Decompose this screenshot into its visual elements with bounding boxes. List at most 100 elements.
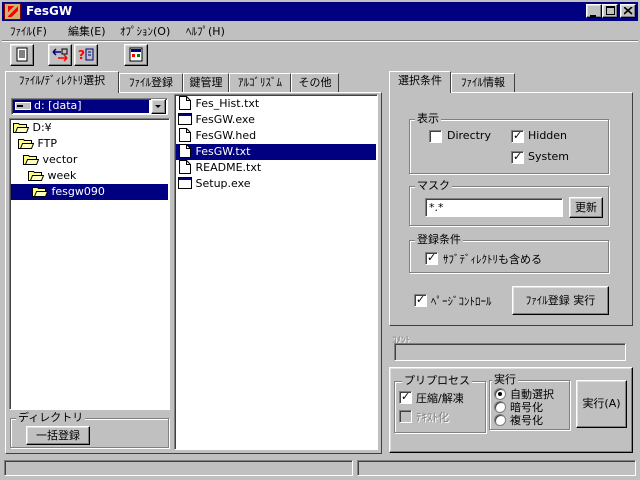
tab-other[interactable]: その他 — [291, 73, 339, 93]
chevron-down-icon — [155, 105, 161, 108]
toolbar-compare-button[interactable] — [48, 44, 72, 66]
maximize-button[interactable] — [602, 4, 618, 18]
decrypt-label: 複号化 — [510, 414, 543, 427]
comment-field[interactable] — [394, 343, 626, 361]
title-bar[interactable]: FesGW — [2, 2, 638, 21]
tree-item-label: fesgw090 — [51, 185, 105, 198]
drive-select[interactable]: d: [data] — [11, 98, 168, 115]
status-bar-left — [4, 460, 353, 476]
bulk-register-button[interactable]: 一括登録 — [26, 426, 90, 445]
decrypt-radio[interactable] — [494, 414, 506, 426]
textify-label: ﾃｷｽﾄ化 — [416, 411, 449, 424]
page-control-label: ﾍﾟｰｼﾞｺﾝﾄﾛｰﾙ — [431, 295, 492, 308]
auto-select-radio[interactable] — [494, 388, 506, 400]
tab-file-register[interactable]: ﾌｧｲﾙ登録 — [119, 73, 183, 93]
file-item[interactable]: Fes_Hist.txt — [178, 96, 259, 112]
drive-select-value: d: [data] — [34, 99, 82, 112]
open-folder-icon — [32, 187, 49, 197]
textify-checkbox[interactable] — [399, 410, 412, 423]
include-subdir-label: ｻﾌﾞﾃﾞｨﾚｸﾄﾘも含める — [443, 253, 542, 266]
menu-file[interactable]: ﾌｧｲﾙ(F) — [10, 23, 47, 39]
help-question-icon: ? — [78, 48, 94, 62]
close-icon — [622, 6, 633, 15]
svg-text:?: ? — [78, 48, 85, 62]
tab-file-dir-select[interactable]: ﾌｧｲﾙ/ﾃﾞｨﾚｸﾄﾘ選択 — [5, 71, 119, 93]
minimize-button[interactable] — [586, 4, 602, 18]
tree-item-label: D:¥ — [32, 121, 52, 134]
open-folder-icon — [18, 139, 35, 149]
file-name: FesGW.exe — [195, 113, 255, 126]
menu-edit[interactable]: 編集(E) — [68, 23, 106, 39]
tree-item[interactable]: vector — [23, 152, 77, 168]
directry-label: Directry — [447, 129, 491, 142]
display-group-label: 表示 — [415, 112, 441, 125]
directory-group-label: ディレクトリ — [16, 411, 86, 424]
drive-dropdown-button[interactable] — [151, 99, 166, 114]
file-name: Fes_Hist.txt — [195, 97, 260, 110]
file-name: Setup.exe — [195, 177, 251, 190]
menu-help[interactable]: ﾍﾙﾌﾟ(H) — [186, 23, 225, 39]
document-icon — [179, 160, 191, 174]
run-button[interactable]: 実行(A) — [576, 380, 627, 428]
file-item[interactable]: Setup.exe — [178, 176, 251, 192]
document-icon — [179, 96, 191, 110]
toolbar-separator — [2, 40, 638, 42]
window-settings-icon — [129, 47, 143, 62]
tab-algorithm[interactable]: ｱﾙｺﾞﾘｽﾞﾑ — [229, 73, 291, 93]
mask-group-label: マスク — [415, 179, 452, 192]
hidden-checkbox[interactable] — [511, 129, 524, 143]
tree-item-label: FTP — [37, 137, 58, 150]
menu-options[interactable]: ｵﾌﾟｼｮﾝ(O) — [120, 23, 170, 39]
file-name: FesGW.txt — [195, 145, 251, 158]
compress-label: 圧縮/解凍 — [416, 392, 464, 405]
hidden-label: Hidden — [528, 129, 568, 142]
file-name: FesGW.hed — [195, 129, 257, 142]
system-label: System — [528, 150, 570, 163]
toolbar-settings-button[interactable] — [124, 44, 148, 66]
close-button[interactable] — [620, 4, 636, 18]
window-title: FesGW — [26, 4, 73, 18]
tree-item[interactable]: D:¥ — [13, 120, 52, 136]
register-condition-label: 登録条件 — [415, 233, 463, 246]
encrypt-radio[interactable] — [494, 401, 506, 413]
preprocess-group — [394, 381, 486, 433]
toolbar-new-button[interactable] — [10, 44, 34, 66]
document-icon — [179, 128, 191, 142]
file-item[interactable]: FesGW.hed — [178, 128, 256, 144]
page-control-checkbox[interactable] — [414, 293, 427, 307]
open-folder-icon — [13, 123, 30, 133]
tab-selection-criteria[interactable]: 選択条件 — [389, 71, 451, 93]
minimize-icon — [590, 15, 596, 17]
file-item[interactable]: README.txt — [178, 160, 261, 176]
execute-group-label: 実行 — [492, 373, 518, 386]
app-icon[interactable] — [4, 3, 21, 20]
exe-icon — [178, 113, 192, 125]
mask-input[interactable]: *.* — [425, 198, 563, 217]
document-icon — [179, 144, 191, 158]
include-subdir-checkbox[interactable] — [425, 251, 438, 265]
directory-tree[interactable]: D:¥ FTP vector week fesgw090 — [9, 118, 170, 410]
tree-item[interactable]: week — [28, 168, 76, 184]
compress-checkbox[interactable] — [399, 390, 412, 404]
toolbar-help-button[interactable]: ? — [74, 44, 98, 66]
display-group — [409, 119, 609, 174]
file-list[interactable]: Fes_Hist.txt FesGW.exe FesGW.hed FesGW.t… — [174, 94, 378, 450]
maximize-icon — [605, 6, 615, 15]
directry-checkbox[interactable] — [429, 130, 442, 143]
preprocess-group-label: プリプロセス — [402, 374, 472, 387]
open-folder-icon — [28, 171, 45, 181]
drive-icon — [15, 102, 31, 110]
file-name: README.txt — [195, 161, 262, 174]
tab-file-info[interactable]: ﾌｧｲﾙ情報 — [451, 73, 515, 93]
file-item[interactable]: FesGW.exe — [178, 112, 255, 128]
compare-arrows-icon — [52, 48, 68, 62]
tree-item[interactable]: FTP — [18, 136, 57, 152]
document-list-icon — [16, 47, 28, 62]
tab-key-management[interactable]: 鍵管理 — [183, 73, 229, 93]
update-button[interactable]: 更新 — [569, 197, 603, 218]
status-bar-right — [357, 460, 636, 476]
system-checkbox[interactable] — [511, 150, 524, 164]
file-register-execute-button[interactable]: ﾌｧｲﾙ登録 実行 — [512, 286, 609, 315]
file-item-selected[interactable]: FesGW.txt — [176, 144, 376, 160]
tree-item-selected[interactable]: fesgw090 — [11, 184, 168, 200]
